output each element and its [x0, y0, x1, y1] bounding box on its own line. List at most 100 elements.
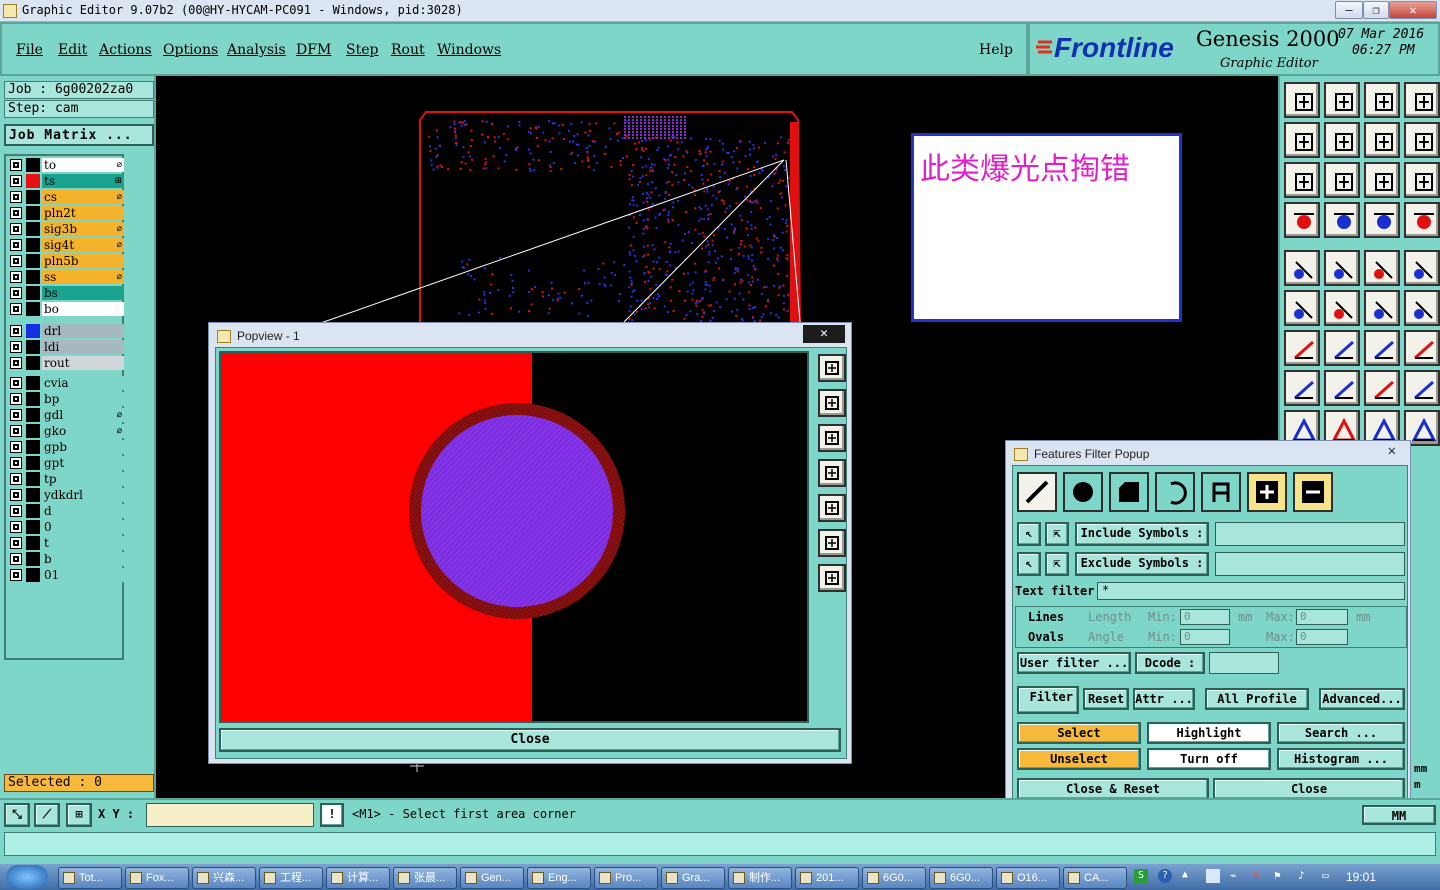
tray-arrow-icon[interactable]: ▲	[1182, 869, 1196, 883]
layer-name[interactable]: ss ⌀	[42, 270, 124, 284]
layer-row-ydkdrl[interactable]: ydkdrl	[8, 488, 124, 502]
layer-color-swatch[interactable]	[26, 488, 40, 502]
taskbar-item[interactable]: Fox...	[125, 867, 189, 889]
layer-name[interactable]: gko ⌀	[42, 424, 124, 438]
layer-name[interactable]: bs	[42, 286, 124, 300]
layer-color-swatch[interactable]	[26, 552, 40, 566]
layer-row-d[interactable]: d	[8, 504, 124, 518]
advanced-button[interactable]: Advanced...	[1319, 688, 1405, 710]
layer-name[interactable]: 0	[42, 520, 124, 534]
fit-center-icon[interactable]	[1324, 162, 1360, 198]
pop-right-icon[interactable]	[818, 494, 846, 522]
layer-row-pln5b[interactable]: pln5b	[8, 254, 124, 268]
menu-analysis[interactable]: Analysis	[227, 42, 286, 58]
layer-color-swatch[interactable]	[26, 286, 40, 300]
pan-left-icon[interactable]	[1284, 122, 1320, 158]
measure-icon[interactable]: ⟋	[34, 803, 60, 827]
layer-color-swatch[interactable]	[26, 520, 40, 534]
taskbar-item[interactable]: 6G0...	[929, 867, 993, 889]
warning-icon[interactable]: !	[320, 803, 344, 827]
menu-step[interactable]: Step	[346, 42, 378, 58]
layer-checkbox[interactable]	[10, 191, 22, 203]
reset-button[interactable]: Reset	[1083, 688, 1129, 710]
layer-checkbox[interactable]	[10, 489, 22, 501]
taskbar-item[interactable]: 工程...	[259, 867, 323, 889]
user-filter-button[interactable]: User filter ...	[1017, 652, 1131, 674]
search-button[interactable]: Search ...	[1277, 722, 1405, 744]
menu-help[interactable]: Help	[979, 42, 1013, 58]
layer-checkbox[interactable]	[10, 377, 22, 389]
line-shape-icon[interactable]	[1017, 472, 1057, 512]
move-icon[interactable]	[1284, 370, 1320, 406]
layer-row-sig4t[interactable]: sig4t ⌀	[8, 238, 124, 252]
resize-icon[interactable]	[1364, 370, 1400, 406]
taskbar-item[interactable]: CA...	[1063, 867, 1127, 889]
tray-flag-icon[interactable]: ⚑	[1274, 869, 1288, 883]
layer-row-ts[interactable]: ts ⊞	[8, 174, 124, 188]
layer-checkbox[interactable]	[10, 159, 22, 171]
menu-actions[interactable]: Actions	[99, 42, 152, 58]
pad-add-icon[interactable]	[1284, 250, 1320, 286]
layer-checkbox[interactable]	[10, 537, 22, 549]
layer-name[interactable]: ldi	[42, 340, 124, 354]
angle-min-field[interactable]: 0	[1180, 629, 1230, 645]
tray-monitor-icon[interactable]: ▭	[1322, 869, 1336, 883]
taskbar-item[interactable]: Gen...	[460, 867, 524, 889]
layer-name[interactable]: b	[42, 552, 124, 566]
zoom-area-icon[interactable]: ⤡	[4, 803, 30, 827]
taskbar-item[interactable]: 计算...	[326, 867, 390, 889]
taskbar-item[interactable]: Eng...	[527, 867, 591, 889]
window-layout-icon[interactable]	[1404, 82, 1440, 118]
layer-checkbox[interactable]	[10, 357, 22, 369]
layer-color-swatch[interactable]	[26, 356, 40, 370]
layer-row-to[interactable]: to ⌀	[8, 158, 124, 172]
start-button-icon[interactable]	[6, 865, 48, 889]
layer-color-swatch[interactable]	[26, 340, 40, 354]
length-min-field[interactable]: 0	[1180, 609, 1230, 625]
layer-color-swatch[interactable]	[26, 174, 40, 188]
maximize-button[interactable]: ❐	[1363, 1, 1389, 19]
layer-checkbox[interactable]	[10, 223, 22, 235]
xy-input[interactable]	[146, 803, 314, 827]
layer-checkbox[interactable]	[10, 325, 22, 337]
layer-checkbox[interactable]	[10, 341, 22, 353]
pop-center-icon[interactable]	[818, 564, 846, 592]
unselect-button[interactable]: Unselect	[1017, 748, 1141, 770]
filter-close-icon[interactable]: ✕	[1388, 443, 1396, 459]
layer-checkbox[interactable]	[10, 505, 22, 517]
layer-color-swatch[interactable]	[26, 376, 40, 390]
layer-row-01[interactable]: 01	[8, 568, 124, 582]
help-query-icon[interactable]	[1404, 162, 1440, 198]
angle-icon[interactable]	[1284, 330, 1320, 366]
layer-row-b[interactable]: b	[8, 552, 124, 566]
layer-row-0[interactable]: 0	[8, 520, 124, 534]
units-dropdown[interactable]: MM	[1362, 805, 1436, 825]
surface-shape-icon[interactable]	[1109, 472, 1149, 512]
taskbar-item[interactable]: O16...	[996, 867, 1060, 889]
arc-icon[interactable]	[1364, 330, 1400, 366]
popview-close-button[interactable]: Close	[219, 728, 841, 752]
layer-name[interactable]: gpt	[42, 456, 124, 470]
all-profile-dropdown[interactable]: All Profile	[1205, 688, 1309, 710]
layer-name[interactable]: bp	[42, 392, 124, 406]
taskbar-item[interactable]: Pro...	[594, 867, 658, 889]
layer-row-gpt[interactable]: gpt	[8, 456, 124, 470]
layer-color-swatch[interactable]	[26, 270, 40, 284]
layer-row-gpb[interactable]: gpb	[8, 440, 124, 454]
ovals-checkbox[interactable]: Ovals	[1028, 630, 1064, 644]
menu-file[interactable]: File	[16, 42, 43, 58]
exclude-pick-icon[interactable]: ↖	[1017, 552, 1041, 576]
layer-row-gdl[interactable]: gdl ⌀	[8, 408, 124, 422]
layer-row-cs[interactable]: cs ⌀	[8, 190, 124, 204]
layer-name[interactable]: ts ⊞	[42, 174, 124, 188]
layer-checkbox[interactable]	[10, 175, 22, 187]
layer-checkbox[interactable]	[10, 521, 22, 533]
close-reset-button[interactable]: Close & Reset	[1017, 778, 1209, 800]
pad-shape-icon[interactable]	[1063, 472, 1103, 512]
layer-name[interactable]: cvia	[42, 376, 124, 390]
scale-1-2-icon[interactable]	[1364, 162, 1400, 198]
mirror-icon[interactable]	[1364, 122, 1400, 158]
tray-volume-icon[interactable]: ♪	[1298, 869, 1312, 883]
layer-row-bo[interactable]: bo	[8, 302, 124, 316]
layer-name[interactable]: gdl ⌀	[42, 408, 124, 422]
